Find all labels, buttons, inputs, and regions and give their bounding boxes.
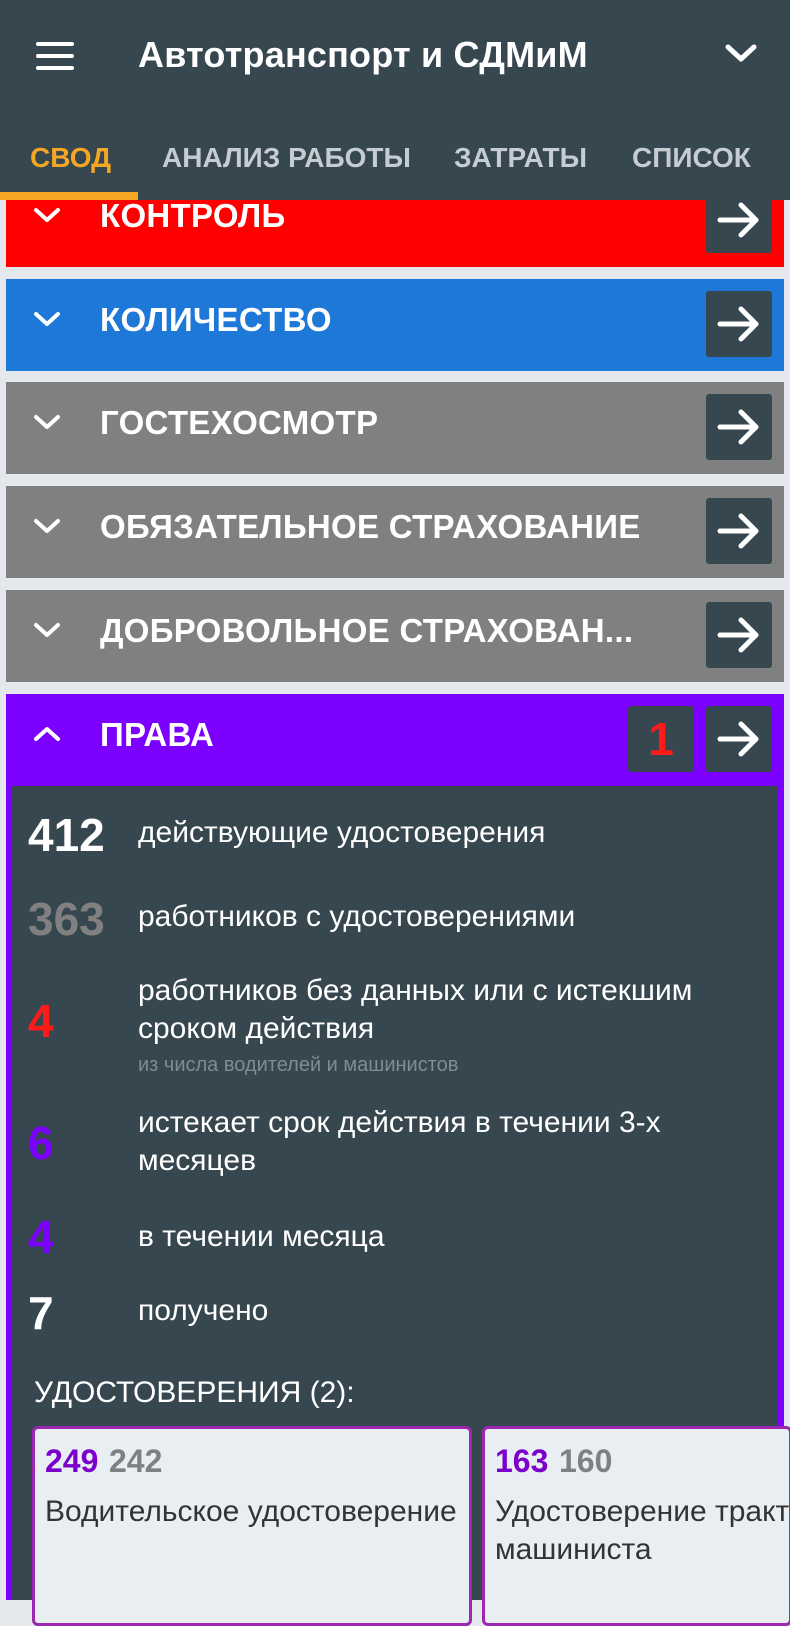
section-dobrovolnoe-strahovanie[interactable]: ДОБРОВОЛЬНОЕ СТРАХОВАН... xyxy=(6,590,784,682)
app-title: Автотранспорт и СДМиМ xyxy=(138,34,588,75)
arrow-right-icon xyxy=(717,409,759,445)
stat-label-active: действующие удостоверения xyxy=(138,816,546,849)
section-label: ОБЯЗАТЕЛЬНОЕ СТРАХОВАНИЕ xyxy=(100,508,641,545)
tab-bar: СВОД АНАЛИЗ РАБОТЫ ЗАТРАТЫ СПИСОК xyxy=(0,128,790,200)
stat-value-no-data: 4 xyxy=(28,995,54,1047)
arrow-right-icon xyxy=(717,306,759,342)
active-tab-indicator xyxy=(0,192,138,200)
chevron-down-icon xyxy=(34,623,60,637)
section-label: КОЛИЧЕСТВО xyxy=(100,301,332,338)
chevron-down-icon xyxy=(34,208,60,222)
open-section-button[interactable] xyxy=(706,498,772,564)
alert-badge-count: 1 xyxy=(648,713,674,765)
open-section-button[interactable] xyxy=(706,706,772,772)
certificates-heading: УДОСТОВЕРЕНИЯ (2): xyxy=(34,1376,355,1409)
tab-spisok[interactable]: СПИСОК xyxy=(632,142,751,174)
alert-badge[interactable]: 1 xyxy=(628,706,694,772)
section-label: ПРАВА xyxy=(100,716,215,753)
stat-value-expiring-3m: 6 xyxy=(28,1117,54,1169)
section-kolichestvo[interactable]: КОЛИЧЕСТВО xyxy=(6,279,784,371)
arrow-right-icon xyxy=(717,202,759,238)
chevron-down-icon xyxy=(34,415,60,429)
stat-value-received: 7 xyxy=(28,1287,54,1339)
section-label: КОНТРОЛЬ xyxy=(100,197,286,234)
stat-label-no-data: работников без данных или с истекшим сро… xyxy=(138,974,693,1045)
stat-label-expiring-3m: истекает срок действия в течении 3-х мес… xyxy=(138,1106,661,1177)
chevron-down-icon xyxy=(34,312,60,326)
certificate-card-driver[interactable]: 249 242 Водительское удостоверение xyxy=(32,1426,472,1626)
certificate-card-tractor[interactable]: 163 160 Удостоверение тракториста-машини… xyxy=(482,1426,790,1626)
card-count-workers: 160 xyxy=(559,1443,613,1479)
section-prava[interactable]: ПРАВА 1 xyxy=(6,694,784,786)
card-count-total: 249 xyxy=(45,1443,99,1479)
tab-analiz-raboty[interactable]: АНАЛИЗ РАБОТЫ xyxy=(162,142,411,174)
stat-value-active: 412 xyxy=(28,809,105,861)
section-label: ДОБРОВОЛЬНОЕ СТРАХОВАН... xyxy=(100,612,634,649)
section-label: ГОСТЕХОСМОТР xyxy=(100,404,379,441)
arrow-right-icon xyxy=(717,617,759,653)
card-name: Водительское удостоверение xyxy=(45,1495,457,1528)
stat-label-expiring-1m: в течении месяца xyxy=(138,1220,385,1253)
open-section-button[interactable] xyxy=(706,394,772,460)
section-obyazatelnoe-strahovanie[interactable]: ОБЯЗАТЕЛЬНОЕ СТРАХОВАНИЕ xyxy=(6,486,784,578)
stat-value-expiring-1m: 4 xyxy=(28,1211,54,1263)
arrow-right-icon xyxy=(717,721,759,757)
tab-zatraty[interactable]: ЗАТРАТЫ xyxy=(454,142,587,174)
open-section-button[interactable] xyxy=(706,291,772,357)
stat-label-received: получено xyxy=(138,1294,269,1327)
stat-note-no-data: из числа водителей и машинистов xyxy=(138,1054,459,1076)
licenses-panel: 412 действующие удостоверения 363 работн… xyxy=(6,786,790,1626)
chevron-down-icon[interactable] xyxy=(724,40,758,66)
stat-label-workers: работников с удостоверениями xyxy=(138,900,576,933)
chevron-down-icon xyxy=(34,519,60,533)
chevron-up-icon xyxy=(34,727,60,741)
arrow-right-icon xyxy=(717,513,759,549)
tab-svod[interactable]: СВОД xyxy=(30,142,111,174)
hamburger-menu-icon[interactable] xyxy=(36,42,74,70)
open-section-button[interactable] xyxy=(706,602,772,668)
stat-value-workers: 363 xyxy=(28,893,105,945)
app-bar: Автотранспорт и СДМиМ СВОД АНАЛИЗ РАБОТЫ… xyxy=(0,0,790,200)
card-count-workers: 242 xyxy=(109,1443,163,1479)
section-gostehosmotr[interactable]: ГОСТЕХОСМОТР xyxy=(6,382,784,474)
card-name: Удостоверение тракториста-машиниста xyxy=(495,1495,789,1566)
card-count-total: 163 xyxy=(495,1443,549,1479)
